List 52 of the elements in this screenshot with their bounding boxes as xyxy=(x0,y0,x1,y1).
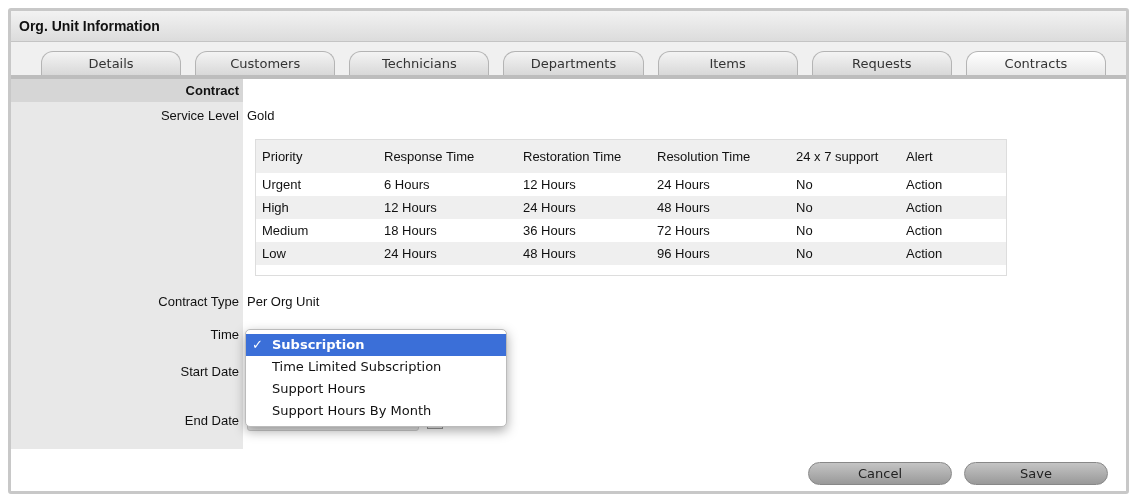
tab[interactable]: Technicians xyxy=(349,51,490,75)
column-header: 24 x 7 support xyxy=(796,149,880,164)
table-cell-text: 24 Hours xyxy=(657,177,711,192)
menu-option[interactable]: ✓ Subscription xyxy=(246,334,506,356)
field-value: Per Org Unit xyxy=(247,294,320,309)
tab[interactable]: Items xyxy=(657,51,798,75)
section-heading: Contract xyxy=(11,79,243,102)
cancel-button[interactable]: Cancel xyxy=(808,462,952,485)
table-cell-text: 18 Hours xyxy=(384,223,438,238)
table-cell-text: Medium xyxy=(262,223,310,238)
table-cell-text: Action xyxy=(906,246,944,261)
field-label: Service Level xyxy=(160,108,239,123)
table-cell-text: 6 Hours xyxy=(384,177,431,192)
column-header: Priority xyxy=(262,149,304,164)
tab[interactable]: Customers xyxy=(195,51,336,75)
menu-option[interactable]: Support Hours By Month xyxy=(246,400,506,422)
field-label: End Date xyxy=(184,413,239,428)
panel-title: Org. Unit Information xyxy=(19,18,160,34)
table-cell-text: 96 Hours xyxy=(657,246,711,261)
table-cell-text: Action xyxy=(906,223,944,238)
table-cell-text: 12 Hours xyxy=(384,200,438,215)
tab[interactable]: Contracts xyxy=(965,51,1106,75)
table-cell-text: High xyxy=(262,200,290,215)
table-cell-text: No xyxy=(796,200,814,215)
field-label: Start Date xyxy=(180,364,239,379)
menu-option[interactable]: Support Hours xyxy=(246,378,506,400)
save-button[interactable]: Save xyxy=(964,462,1108,485)
table-cell-text: 12 Hours xyxy=(523,177,577,192)
column-header: Restoration Time xyxy=(523,149,623,164)
table-cell-text: No xyxy=(796,223,814,238)
menu-option[interactable]: Time Limited Subscription xyxy=(246,356,506,378)
table-cell-text: 36 Hours xyxy=(523,223,577,238)
field-label: Contract Type xyxy=(158,294,239,309)
tab[interactable]: Requests xyxy=(811,51,952,75)
table-cell-text: 48 Hours xyxy=(523,246,577,261)
column-header: Alert xyxy=(906,149,934,164)
tab[interactable]: Departments xyxy=(503,51,644,75)
table-cell-text: Action xyxy=(906,200,944,215)
table-cell-text: 72 Hours xyxy=(657,223,711,238)
table-cell-text: Urgent xyxy=(262,177,303,192)
table-cell-text: No xyxy=(796,246,814,261)
table-cell-text: Action xyxy=(906,177,944,192)
table-cell-text: No xyxy=(796,177,814,192)
column-header: Resolution Time xyxy=(657,149,752,164)
table-cell-text: 24 Hours xyxy=(523,200,577,215)
field-label: Time xyxy=(210,327,239,342)
table-cell-text: 24 Hours xyxy=(384,246,438,261)
field-value: Gold xyxy=(247,108,275,123)
table-cell-text: 48 Hours xyxy=(657,200,711,215)
table-cell-text: Low xyxy=(262,246,287,261)
column-header: Response Time xyxy=(384,149,476,164)
tab[interactable]: Details xyxy=(41,51,182,75)
